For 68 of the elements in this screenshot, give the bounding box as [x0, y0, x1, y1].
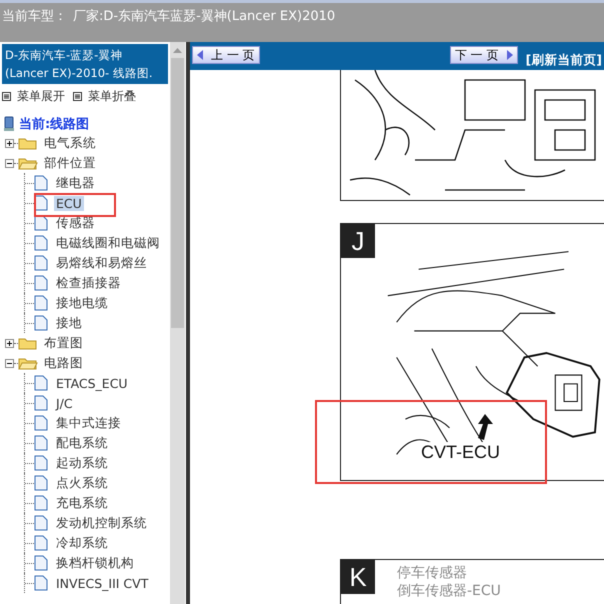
tree-item[interactable]: 冷却系统 [54, 534, 110, 552]
page-icon [34, 415, 48, 431]
tree-item[interactable]: ECU [54, 196, 84, 210]
expander-icon[interactable] [5, 338, 14, 348]
page-icon [34, 315, 48, 331]
computer-icon [2, 116, 16, 132]
page-icon [34, 195, 48, 211]
page-icon [34, 275, 48, 291]
page-icon [34, 235, 48, 251]
tree-item[interactable]: 换档杆锁机构 [54, 554, 136, 572]
page-icon [34, 515, 48, 531]
tree-item[interactable]: 点火系统 [54, 474, 110, 492]
previous-page-button[interactable]: 上 一 页 [192, 46, 260, 64]
refresh-link[interactable]: [刷新当前页] [526, 52, 602, 69]
tree-item[interactable]: 传感器 [54, 214, 97, 232]
page-icon [34, 555, 48, 571]
folder-icon [18, 136, 38, 150]
tree-item[interactable]: 接地 [54, 314, 84, 332]
figure-letter: J [341, 224, 375, 258]
scrollbar[interactable] [170, 42, 185, 604]
tree-item[interactable]: ETACS_ECU [54, 376, 130, 390]
page-icon [34, 475, 48, 491]
tree-item[interactable]: 检查插接器 [54, 274, 123, 292]
tree-item[interactable]: 部件位置 [42, 154, 98, 172]
tree-item[interactable]: 易熔线和易熔丝 [54, 254, 149, 272]
tree-item[interactable]: 起动系统 [54, 454, 110, 472]
page-icon [34, 435, 48, 451]
tree-item[interactable]: 充电系统 [54, 494, 110, 512]
page-icon [34, 535, 48, 551]
car-model-value: 厂家:D-东南汽车蓝瑟-翼神(Lancer EX)2010 [73, 8, 336, 25]
open-folder-icon [18, 356, 38, 370]
page-icon [34, 575, 48, 591]
tree-item[interactable]: 电路图 [42, 354, 85, 372]
sidebar-title: D-东南汽车-蓝瑟-翼神(Lancer EX)-2010- 线路图. [2, 44, 168, 84]
tree-item[interactable]: 集中式连接 [54, 414, 123, 432]
tree-item[interactable]: 电气系统 [42, 134, 98, 152]
page-icon [34, 295, 48, 311]
tree-item[interactable]: 发动机控制系统 [54, 514, 149, 532]
tree-item[interactable]: INVECS_III CVT [54, 576, 150, 590]
page-icon [34, 395, 48, 411]
car-model-label: 当前车型： [2, 8, 67, 25]
open-folder-icon [18, 156, 38, 170]
tree-item[interactable]: 布置图 [42, 334, 85, 352]
figure-letter: K [341, 560, 375, 594]
list-icon [73, 92, 82, 101]
diagram-label: 停车传感器 [397, 564, 468, 582]
page-icon [34, 495, 48, 511]
tree-item[interactable]: 电磁线圈和电磁阀 [54, 234, 162, 252]
tree-item[interactable]: 继电器 [54, 174, 97, 192]
arrow-icon [477, 414, 493, 440]
page-icon [34, 215, 48, 231]
menu-toggle-link[interactable]: 菜单折叠 [73, 88, 136, 105]
scroll-thumb[interactable] [171, 58, 184, 328]
tree-item[interactable]: 配电系统 [54, 434, 110, 452]
tree-item[interactable]: 接地电缆 [54, 294, 110, 312]
expander-icon[interactable] [5, 158, 14, 168]
tree-item[interactable]: J/C [54, 396, 75, 410]
expander-icon[interactable] [5, 358, 14, 368]
page-icon [34, 175, 48, 191]
folder-icon [18, 336, 38, 350]
page-icon [34, 255, 48, 271]
current-view-label: 当前:线路图 [19, 116, 90, 133]
page-icon [34, 375, 48, 391]
page-icon [34, 455, 48, 471]
expander-icon[interactable] [5, 138, 14, 148]
diagram-label: 倒车传感器-ECU [397, 582, 501, 600]
next-page-button[interactable]: 下 一 页 [450, 46, 518, 64]
menu-toggle-link[interactable]: 菜单展开 [2, 88, 65, 105]
